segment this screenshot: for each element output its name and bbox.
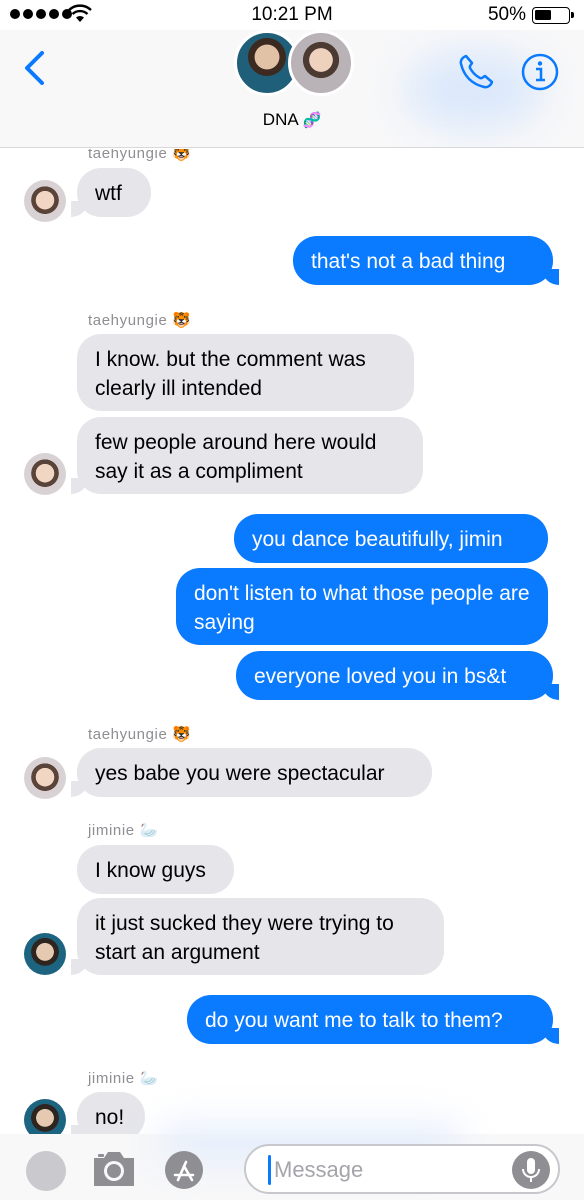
- text-cursor: [268, 1155, 271, 1185]
- phone-icon[interactable]: [456, 52, 496, 92]
- battery-percent: 50%: [487, 4, 526, 25]
- sender-name: jiminie 🦢: [88, 1070, 159, 1087]
- avatar: [24, 757, 66, 799]
- camera-icon[interactable]: [90, 1148, 138, 1190]
- microphone-button[interactable]: [512, 1151, 550, 1189]
- composer-bar: [0, 1124, 584, 1200]
- sender-name: taehyungie 🐯: [88, 149, 192, 162]
- sender-name: taehyungie 🐯: [88, 312, 192, 329]
- back-chevron-icon[interactable]: [22, 50, 46, 86]
- sent-message[interactable]: everyone loved you in bs&t: [236, 651, 559, 700]
- sent-message[interactable]: do you want me to talk to them?: [187, 995, 559, 1044]
- avatar: [288, 30, 354, 96]
- sent-message[interactable]: that's not a bad thing: [293, 236, 559, 285]
- sent-message[interactable]: don't listen to what those people are sa…: [176, 568, 548, 645]
- app-drawer-button[interactable]: [26, 1151, 66, 1191]
- message-input-field[interactable]: [244, 1144, 560, 1194]
- group-avatars[interactable]: [234, 30, 354, 98]
- info-icon[interactable]: [520, 52, 560, 92]
- received-message[interactable]: it just sucked they were trying to start…: [71, 898, 444, 975]
- conversation-header: DNA 🧬: [0, 30, 584, 148]
- received-message[interactable]: I know guys: [77, 845, 234, 894]
- status-bar: 10:21 PM 50%: [0, 0, 584, 30]
- avatar: [24, 933, 66, 975]
- message-thread[interactable]: taehyungie 🐯 wtf that's not a bad thing …: [0, 149, 584, 1134]
- sent-message[interactable]: you dance beautifully, jimin: [234, 514, 548, 563]
- received-message[interactable]: yes babe you were spectacular: [71, 748, 432, 797]
- battery-icon: [532, 7, 574, 24]
- received-message[interactable]: no!: [71, 1092, 145, 1134]
- microphone-icon: [522, 1158, 540, 1182]
- avatar: [24, 453, 66, 495]
- group-title[interactable]: DNA 🧬: [0, 110, 584, 130]
- received-message[interactable]: wtf: [71, 168, 151, 217]
- avatar: [24, 1099, 66, 1134]
- dna-emoji-icon: 🧬: [302, 112, 322, 129]
- avatar: [24, 180, 66, 222]
- app-store-icon[interactable]: [164, 1150, 204, 1190]
- received-message[interactable]: I know. but the comment was clearly ill …: [77, 334, 414, 411]
- message-input[interactable]: [274, 1154, 504, 1186]
- received-message[interactable]: few people around here would say it as a…: [71, 417, 423, 494]
- sender-name: jiminie 🦢: [88, 822, 159, 839]
- sender-name: taehyungie 🐯: [88, 726, 192, 743]
